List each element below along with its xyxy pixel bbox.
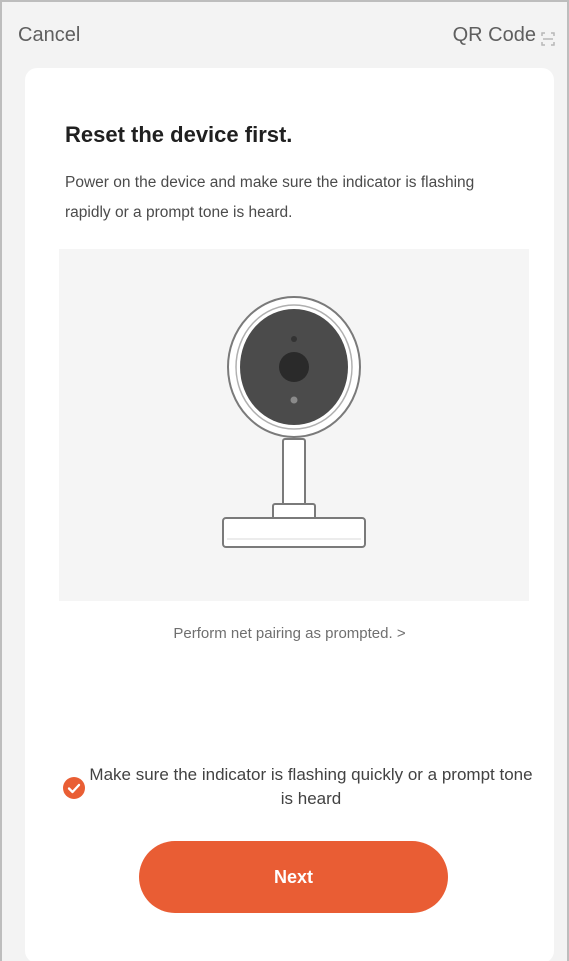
qr-code-label: QR Code bbox=[452, 24, 536, 46]
instruction-card: Reset the device first. Power on the dev… bbox=[25, 68, 554, 961]
qr-code-button[interactable]: QR Code bbox=[453, 24, 555, 47]
confirmation-label: Make sure the indicator is flashing quic… bbox=[89, 765, 533, 808]
qr-code-icon bbox=[541, 29, 555, 46]
instruction-text: Power on the device and make sure the in… bbox=[65, 174, 475, 221]
cancel-button[interactable]: Cancel bbox=[18, 24, 80, 47]
next-button[interactable]: Next bbox=[139, 841, 448, 913]
camera-illustration bbox=[59, 249, 529, 601]
wifi-pairing-screen: Cancel QR Code Reset the device first. P… bbox=[0, 0, 569, 961]
camera-illustration-icon bbox=[222, 296, 366, 548]
check-circle-icon[interactable] bbox=[63, 777, 85, 799]
top-bar: Cancel QR Code bbox=[2, 2, 567, 68]
page-title: Reset the device first. bbox=[65, 122, 293, 147]
pairing-help-link[interactable]: Perform net pairing as prompted. > bbox=[25, 625, 554, 642]
